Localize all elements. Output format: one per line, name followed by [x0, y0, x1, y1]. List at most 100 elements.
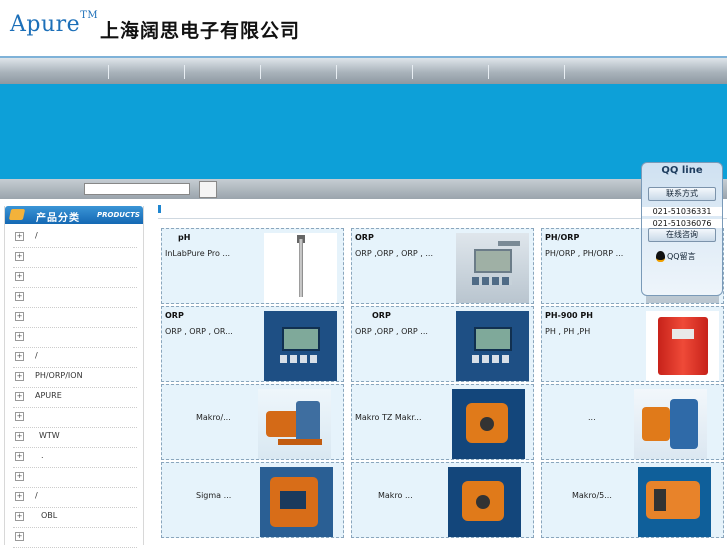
contact-button[interactable]: 联系方式 — [648, 187, 716, 201]
expand-icon[interactable]: + — [15, 532, 24, 541]
expand-icon[interactable]: + — [15, 312, 24, 321]
product-title[interactable]: PH-900 PH — [545, 311, 593, 320]
product-card[interactable]: ORP ORP ,ORP , ORP ... — [351, 306, 534, 382]
logo[interactable]: ApureTM — [10, 10, 98, 37]
product-desc[interactable]: ORP , ORP , OR... — [165, 327, 233, 336]
product-image[interactable] — [264, 311, 337, 381]
product-desc[interactable]: Makro ... — [378, 491, 413, 500]
expand-icon[interactable]: + — [15, 232, 24, 241]
product-desc[interactable]: ORP ,ORP , ORP , ... — [355, 249, 433, 258]
product-card[interactable]: Makro/5... — [541, 462, 724, 538]
phone-number: 021-51036331 — [642, 207, 722, 216]
category-item[interactable]: + / — [5, 488, 143, 508]
expand-icon[interactable]: + — [15, 452, 24, 461]
category-item[interactable]: + — [5, 308, 143, 328]
product-title[interactable]: ORP — [355, 233, 374, 242]
nav-item-4[interactable] — [336, 65, 337, 79]
product-image[interactable] — [258, 389, 331, 459]
expand-icon[interactable]: + — [15, 512, 24, 521]
product-image[interactable] — [456, 233, 529, 303]
category-item[interactable]: + — [5, 268, 143, 288]
product-desc[interactable]: PH/ORP , PH/ORP ... — [545, 249, 623, 258]
category-label[interactable]: OBL — [41, 511, 57, 520]
product-category-sidebar: 产品分类 PRODUCTS + / + + + + + + / + PH/ORP/IO… — [4, 206, 144, 548]
online-consult-button[interactable]: 在线咨询 — [648, 228, 716, 242]
category-label[interactable]: PH/ORP/ION — [35, 371, 83, 380]
category-item[interactable]: + — [5, 408, 143, 428]
product-card[interactable]: Makro TZ Makr... — [351, 384, 534, 460]
nav-item-7[interactable] — [564, 65, 565, 79]
category-item[interactable]: +. — [5, 448, 143, 468]
category-label[interactable]: / — [35, 491, 38, 500]
category-item[interactable]: + — [5, 528, 143, 548]
product-desc[interactable]: Makro/5... — [572, 491, 612, 500]
product-card[interactable]: PH-900 PH PH , PH ,PH — [541, 306, 724, 382]
product-image[interactable] — [646, 311, 719, 381]
product-desc[interactable]: Sigma ... — [196, 491, 231, 500]
category-item[interactable]: + PH/ORP/ION — [5, 368, 143, 388]
expand-icon[interactable]: + — [15, 292, 24, 301]
product-desc[interactable]: PH , PH ,PH — [545, 327, 590, 336]
category-item[interactable]: + / — [5, 228, 143, 248]
qq-message-link[interactable]: QQ留言 — [656, 251, 696, 262]
product-title[interactable]: ORP — [165, 311, 184, 320]
search-button[interactable] — [199, 181, 217, 198]
category-item[interactable]: + WTW — [5, 428, 143, 448]
category-label[interactable]: WTW — [39, 431, 60, 440]
product-desc[interactable]: Makro TZ Makr... — [355, 413, 422, 422]
nav-item-5[interactable] — [412, 65, 413, 79]
expand-icon[interactable]: + — [15, 412, 24, 421]
category-item[interactable]: + OBL — [5, 508, 143, 528]
expand-icon[interactable]: + — [15, 472, 24, 481]
product-card[interactable]: Makro ... — [351, 462, 534, 538]
product-card[interactable]: ORP ORP , ORP , OR... — [161, 306, 344, 382]
category-item[interactable]: + — [5, 288, 143, 308]
category-label[interactable]: / — [35, 231, 38, 240]
section-marker — [158, 205, 161, 213]
product-desc[interactable]: ORP ,ORP , ORP ... — [355, 327, 428, 336]
qq-penguin-icon — [656, 251, 665, 262]
sidebar-subtitle: PRODUCTS — [97, 211, 140, 219]
category-label[interactable]: / — [35, 351, 38, 360]
product-card[interactable]: Makro/... — [161, 384, 344, 460]
category-item[interactable]: + — [5, 328, 143, 348]
category-item[interactable]: + — [5, 468, 143, 488]
category-item[interactable]: + / — [5, 348, 143, 368]
expand-icon[interactable]: + — [15, 252, 24, 261]
search-input[interactable] — [84, 183, 190, 195]
product-title[interactable]: pH — [178, 233, 190, 242]
nav-item-2[interactable] — [184, 65, 185, 79]
expand-icon[interactable]: + — [15, 352, 24, 361]
product-image[interactable] — [456, 311, 529, 381]
product-card[interactable]: Sigma ... — [161, 462, 344, 538]
category-item[interactable]: + APURE — [5, 388, 143, 408]
product-image[interactable] — [264, 233, 337, 303]
product-desc[interactable]: ... — [588, 413, 596, 422]
product-title[interactable]: ORP — [372, 311, 391, 320]
product-image[interactable] — [638, 467, 711, 537]
nav-item-3[interactable] — [260, 65, 261, 79]
category-label[interactable]: APURE — [35, 391, 62, 400]
nav-item-1[interactable] — [108, 65, 109, 79]
product-desc[interactable]: Makro/... — [196, 413, 231, 422]
product-card[interactable]: pH InLabPure Pro ... — [161, 228, 344, 304]
expand-icon[interactable]: + — [15, 332, 24, 341]
product-image[interactable] — [634, 389, 707, 459]
logo-text: Apure — [10, 12, 81, 37]
expand-icon[interactable]: + — [15, 432, 24, 441]
product-title[interactable]: PH/ORP — [545, 233, 579, 242]
product-card[interactable]: ... — [541, 384, 724, 460]
product-image[interactable] — [452, 389, 525, 459]
expand-icon[interactable]: + — [15, 372, 24, 381]
expand-icon[interactable]: + — [15, 492, 24, 501]
expand-icon[interactable]: + — [15, 392, 24, 401]
qq-message-label[interactable]: QQ留言 — [667, 252, 696, 261]
product-card[interactable]: ORP ORP ,ORP , ORP , ... — [351, 228, 534, 304]
nav-item-6[interactable] — [488, 65, 489, 79]
product-image[interactable] — [260, 467, 333, 537]
category-item[interactable]: + — [5, 248, 143, 268]
expand-icon[interactable]: + — [15, 272, 24, 281]
category-label[interactable]: . — [41, 451, 44, 460]
product-desc[interactable]: InLabPure Pro ... — [165, 249, 230, 258]
product-image[interactable] — [448, 467, 521, 537]
